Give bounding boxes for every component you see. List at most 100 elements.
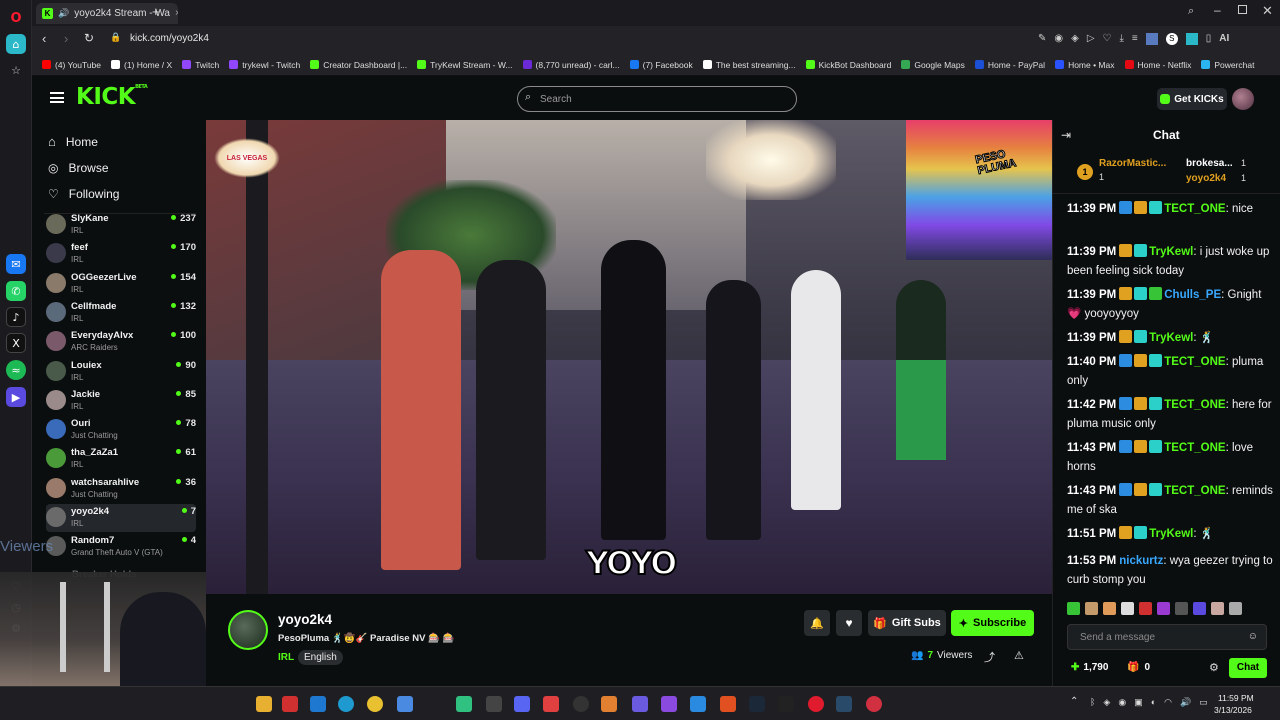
bookmark-item[interactable]: Home - PayPal [974, 60, 1045, 70]
category-link[interactable]: IRL [278, 652, 294, 663]
follow-button[interactable]: ♥ [836, 610, 862, 636]
emote-icon[interactable] [1139, 602, 1152, 615]
messenger-icon[interactable]: ✉ [6, 254, 26, 274]
emote-icon[interactable] [1085, 602, 1098, 615]
subscribe-button[interactable]: ✦ Subscribe [951, 610, 1034, 636]
heart-icon[interactable]: ♡ [1103, 33, 1112, 45]
tray-app4-icon[interactable]: ◐ [1151, 697, 1156, 708]
streamer-avatar[interactable] [228, 610, 268, 650]
chrome-icon[interactable] [367, 696, 383, 712]
bookmark-item[interactable]: Home - Netflix [1124, 60, 1191, 70]
channel-item[interactable]: SlyKane IRL 237 [46, 211, 196, 239]
gift-subs-button[interactable]: 🎁 Gift Subs [868, 610, 946, 636]
video-player[interactable]: LAS VEGAS PESO PLUMA YOYO [206, 120, 1052, 594]
app-arrow-icon[interactable] [397, 696, 413, 712]
reload-icon[interactable]: ↻ [84, 31, 94, 45]
bookmark-item[interactable]: TryKewl Stream - W... [417, 60, 513, 70]
play-icon[interactable]: ▷ [1087, 33, 1095, 45]
get-kicks-button[interactable]: Get KICKs [1157, 88, 1227, 110]
back-icon[interactable]: ‹ [42, 31, 46, 46]
bookmark-item[interactable]: Twitch [182, 60, 219, 70]
wifi-icon[interactable]: ◠ [1164, 697, 1172, 708]
channel-item[interactable]: tha_ZaZa1 IRL 61 [46, 445, 196, 473]
edge-icon[interactable] [338, 696, 354, 712]
channel-item[interactable]: feef IRL 170 [46, 240, 196, 268]
message-username[interactable]: Chulls_PE [1164, 289, 1221, 301]
epic-icon[interactable] [778, 696, 794, 712]
menu-icon[interactable]: ≡ [1132, 33, 1138, 45]
app-green-icon[interactable] [456, 696, 472, 712]
pinned-user-2[interactable]: brokesa... [1186, 158, 1233, 169]
channel-item[interactable]: Ouri Just Chatting 78 [46, 416, 196, 444]
message-username[interactable]: TECT_ONE [1164, 442, 1225, 454]
tray-app2-icon[interactable]: ◉ [1118, 697, 1126, 708]
bookmark-item[interactable]: (4) YouTube [42, 60, 101, 70]
url-field[interactable]: kick.com/yoyo2k4 [130, 33, 209, 44]
tray-app-icon[interactable]: ◈ [1103, 697, 1110, 708]
app-orange-icon[interactable] [601, 696, 617, 712]
battery-icon[interactable]: ▭ [1199, 697, 1208, 708]
player-icon[interactable]: ▶ [6, 387, 26, 407]
nav-browse[interactable]: ◎ Browse [48, 161, 109, 175]
channel-item[interactable]: EverydayAlvx ARC Raiders 100 [46, 328, 196, 356]
bookmark-icon[interactable]: ☆ [6, 60, 26, 80]
emoji-icon[interactable]: ☺ [1248, 631, 1258, 642]
emote-icon[interactable] [1121, 602, 1134, 615]
message-username[interactable]: TryKewl [1149, 528, 1193, 540]
emote-icon[interactable] [1229, 602, 1242, 615]
extension-s-icon[interactable]: S [1165, 33, 1178, 45]
emote-icon[interactable] [1211, 602, 1224, 615]
search-tabs-icon[interactable]: ⌕ [1188, 5, 1194, 18]
collapse-chat-icon[interactable]: ⇥ [1061, 128, 1071, 142]
bookmark-item[interactable]: Creator Dashboard |... [310, 60, 407, 70]
obs-icon[interactable] [573, 696, 589, 712]
user-avatar[interactable] [1232, 88, 1254, 110]
edit-icon[interactable]: ✎ [1038, 33, 1046, 45]
app-video-icon[interactable] [543, 696, 559, 712]
bookmark-item[interactable]: trykewl - Twitch [229, 60, 300, 70]
folder-icon[interactable] [256, 696, 272, 712]
clock-date[interactable]: 3/13/2026 [1214, 705, 1252, 715]
nav-following[interactable]: ♡ Following [48, 187, 119, 201]
ai-button[interactable]: AI [1219, 33, 1229, 45]
message-username[interactable]: TECT_ONE [1164, 203, 1225, 215]
channel-item[interactable]: Random7 Grand Theft Auto V (GTA) 4 [46, 533, 196, 561]
spotify-icon[interactable]: ≈ [6, 360, 26, 380]
app-x-icon[interactable] [282, 696, 298, 712]
steam-icon[interactable] [749, 696, 765, 712]
tiktok-icon[interactable]: ♪ [6, 307, 26, 327]
bookmark-item[interactable]: Google Maps [901, 60, 965, 70]
nav-home[interactable]: ⌂ Home [48, 134, 98, 149]
gifts-balance[interactable]: 🎁 0 [1127, 662, 1150, 673]
share-icon[interactable]: ⤴ [984, 649, 995, 665]
language-tag[interactable]: English [298, 650, 343, 665]
outlook-icon[interactable] [310, 696, 326, 712]
app-blue-icon[interactable] [690, 696, 706, 712]
download-icon[interactable]: ⤓ [1120, 33, 1124, 45]
tray-app3-icon[interactable]: ▣ [1134, 697, 1143, 708]
bookmark-item[interactable]: (7) Facebook [629, 60, 693, 70]
kick-logo[interactable]: KICKBETA [76, 84, 148, 110]
hamburger-menu-icon[interactable] [50, 92, 64, 103]
pinned-user-3[interactable]: yoyo2k4 [1186, 173, 1226, 184]
sidebar-toggle-icon[interactable]: ▯ [1206, 33, 1212, 45]
forward-icon[interactable]: › [64, 31, 68, 46]
bookmark-item[interactable]: The best streaming... [702, 60, 796, 70]
minimize-icon[interactable]: – [1214, 3, 1221, 17]
new-tab-button[interactable]: + [152, 4, 160, 19]
emote-icon[interactable] [1175, 602, 1188, 615]
bookmark-item[interactable]: Powerchat [1201, 60, 1255, 70]
channel-item[interactable]: watchsarahlive Just Chatting 36 [46, 475, 196, 503]
report-icon[interactable]: ⚠ [1014, 649, 1024, 662]
app-red-icon[interactable] [866, 696, 882, 712]
camera-icon[interactable]: ◉ [1054, 33, 1063, 45]
discord-icon[interactable] [514, 696, 530, 712]
maximize-icon[interactable] [1238, 5, 1247, 14]
clock-time[interactable]: 11:59 PM [1218, 693, 1254, 703]
steam-alt-icon[interactable] [836, 696, 852, 712]
channel-item[interactable]: Louiex IRL 90 [46, 358, 196, 386]
emote-icon[interactable] [1193, 602, 1206, 615]
shield-icon[interactable]: ◈ [1071, 33, 1079, 45]
message-username[interactable]: TryKewl [1149, 332, 1193, 344]
app-dark-icon[interactable] [486, 696, 502, 712]
